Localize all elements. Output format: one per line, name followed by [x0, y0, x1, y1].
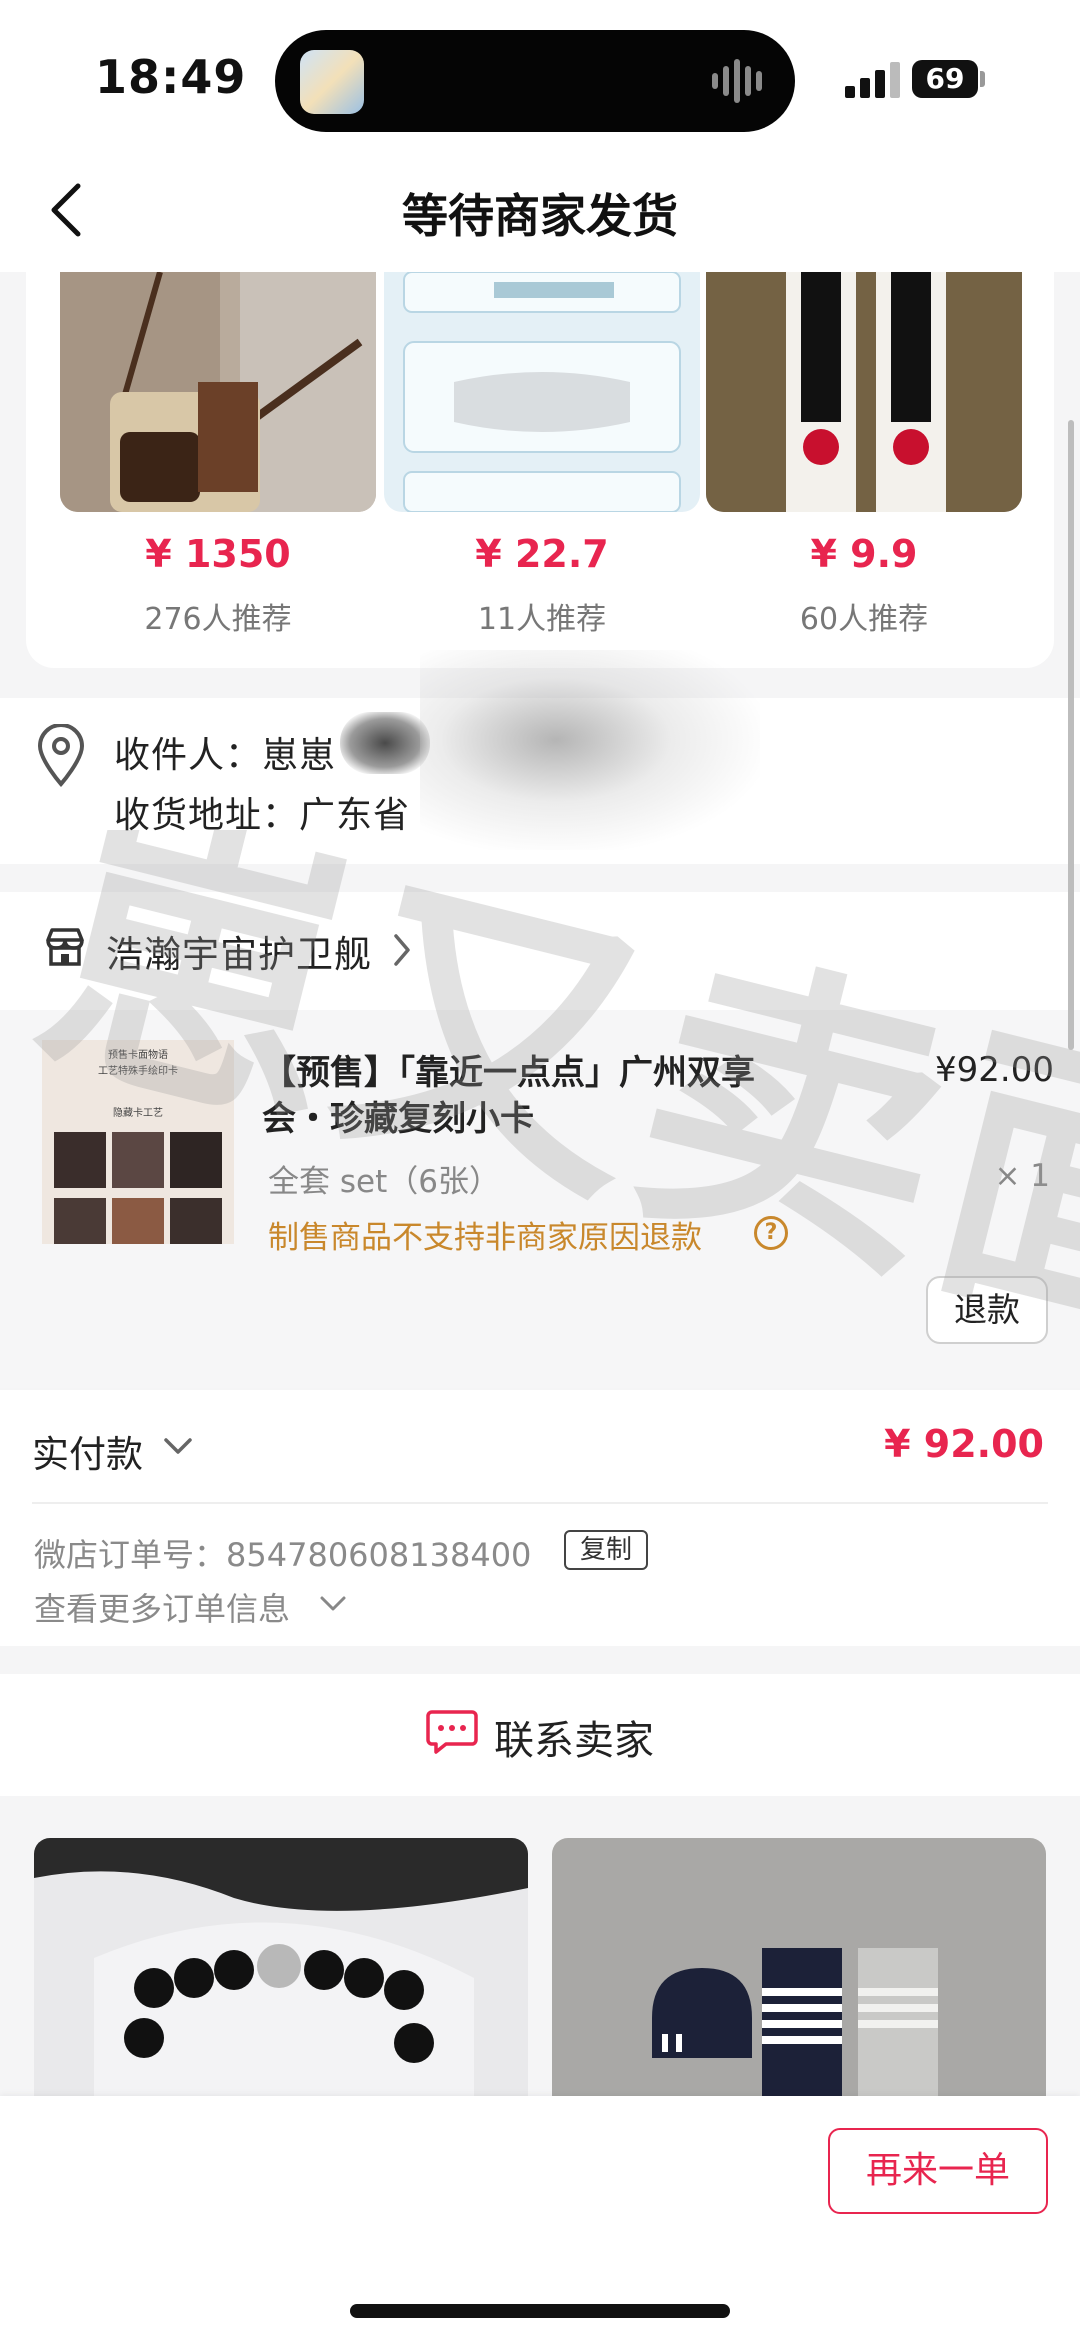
chevron-down-icon[interactable]: [318, 1594, 348, 1614]
recipient-line: 收件人：崽崽: [114, 726, 336, 778]
recommend-image-bag[interactable]: [60, 272, 376, 512]
recommend-image-mask[interactable]: [384, 272, 700, 512]
battery-indicator: 69: [912, 60, 978, 98]
chat-bubble-icon[interactable]: [426, 1708, 478, 1756]
product-card-bracelet[interactable]: [34, 1838, 528, 2100]
paid-amount: ¥ 92.00: [884, 1422, 1044, 1466]
privacy-blur: [340, 712, 430, 774]
more-order-info-link[interactable]: 查看更多订单信息: [34, 1584, 290, 1630]
privacy-blur: [420, 650, 760, 850]
shop-icon: [46, 928, 84, 966]
recommend-price: ¥ 1350: [145, 532, 291, 576]
question-icon[interactable]: ?: [754, 1216, 788, 1250]
paid-label[interactable]: 实付款: [32, 1424, 143, 1478]
page-title: 等待商家发货: [402, 189, 678, 243]
address-line: 收货地址：广东省: [114, 786, 410, 838]
chevron-right-icon: [394, 934, 410, 966]
battery-cap: [980, 71, 985, 87]
refund-policy-note: 制售商品不支持非商家原因退款: [268, 1220, 702, 1256]
copy-button[interactable]: 复制: [564, 1530, 648, 1570]
recommend-price: ¥ 9.9: [810, 532, 918, 576]
now-playing-app-icon: [300, 50, 364, 114]
status-time: 18:49: [95, 50, 247, 104]
address-value: 广东省: [299, 795, 411, 836]
back-arrow-icon[interactable]: [38, 180, 98, 240]
recipient-label: 收件人：: [114, 735, 263, 776]
recommend-count: 276人推荐: [144, 602, 292, 637]
chevron-down-icon[interactable]: [162, 1436, 194, 1456]
address-label: 收货地址：: [114, 795, 300, 836]
shop-name[interactable]: 浩瀚宇宙护卫舰: [106, 924, 372, 978]
item-title: 【预售】「靠近一点点」广州双享会・珍藏复刻小卡: [262, 1053, 755, 1139]
recommend-count: 60人推荐: [799, 602, 929, 637]
reorder-button[interactable]: 再来一单: [828, 2128, 1048, 2214]
thumb-text: 工艺特殊手绘印卡: [98, 1064, 178, 1077]
order-number-value: 854780608138400: [226, 1536, 532, 1574]
refund-button[interactable]: 退款: [926, 1276, 1048, 1344]
location-pin-icon: [37, 724, 85, 788]
product-card-socks[interactable]: [552, 1838, 1046, 2100]
item-quantity: × 1: [994, 1158, 1050, 1194]
signal-icon: [845, 62, 901, 98]
item-thumbnail[interactable]: 预售卡面物语 工艺特殊手绘印卡 隐藏卡工艺: [42, 1040, 234, 1244]
recommend-count: 11人推荐: [477, 602, 607, 637]
item-price: ¥92.00: [935, 1050, 1054, 1090]
contact-seller-button[interactable]: 联系卖家: [494, 1708, 654, 1766]
order-number: 微店订单号：854780608138400: [34, 1530, 531, 1576]
order-number-label: 微店订单号：: [34, 1536, 227, 1574]
divider: [32, 1502, 1048, 1504]
item-spec: 全套 set（6张）: [268, 1164, 500, 1200]
recommend-image-scarf[interactable]: [706, 272, 1022, 512]
thumb-text: 预售卡面物语: [108, 1048, 168, 1061]
recipient-name: 崽崽: [262, 735, 337, 776]
home-indicator: [350, 2304, 730, 2318]
recommend-price: ¥ 22.7: [475, 532, 609, 576]
audio-wave-icon: [712, 58, 772, 104]
scrollbar[interactable]: [1068, 420, 1074, 1050]
thumb-text: 隐藏卡工艺: [113, 1106, 163, 1119]
